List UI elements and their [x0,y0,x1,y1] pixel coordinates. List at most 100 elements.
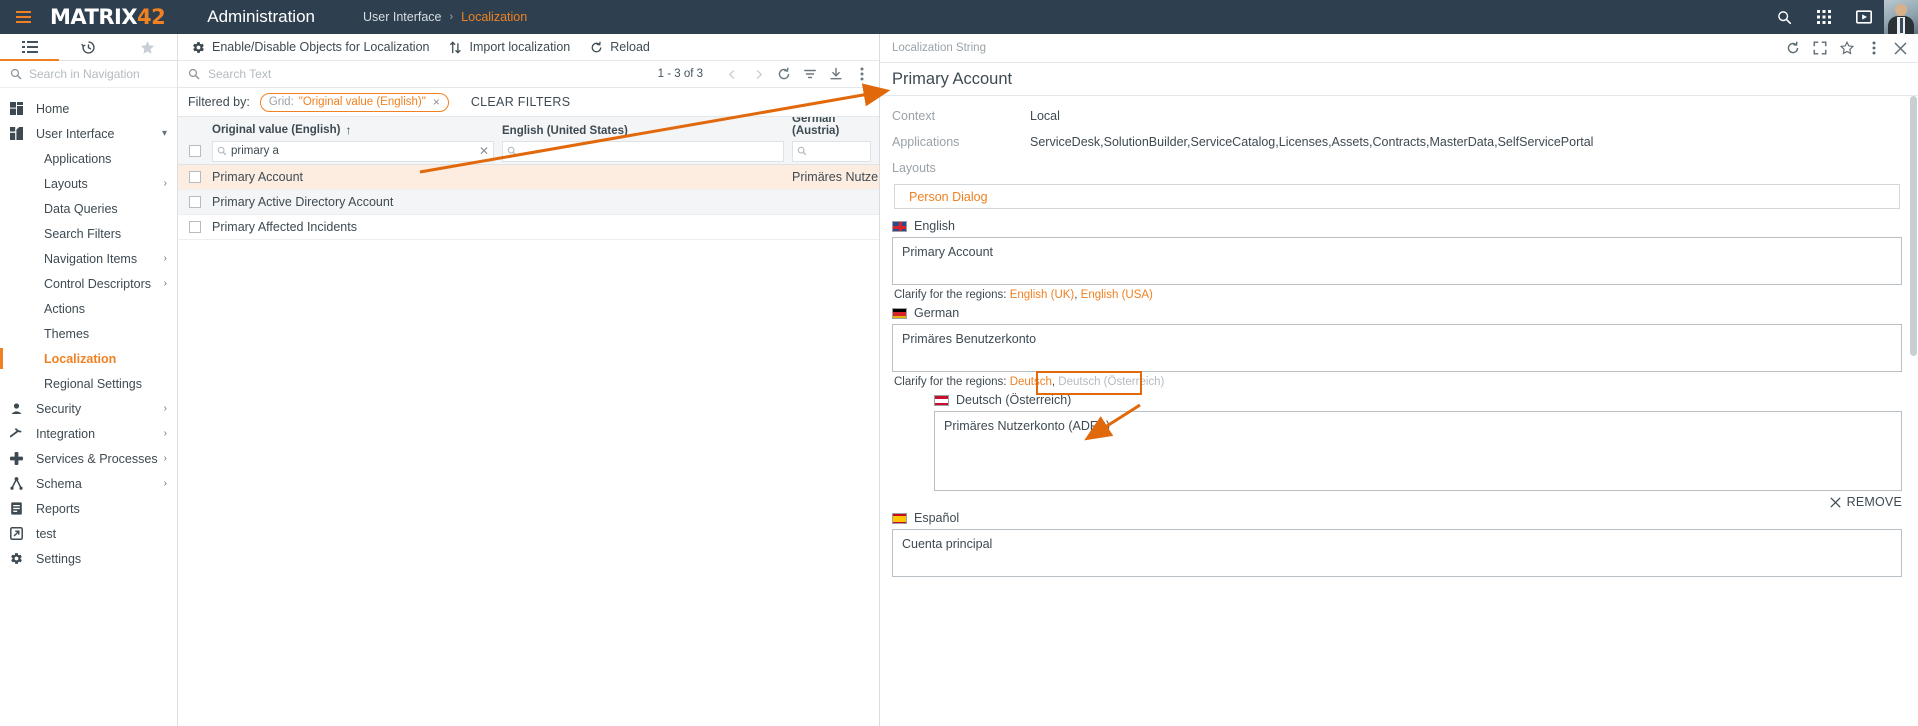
sidebar-item-localization[interactable]: Localization [0,346,177,371]
sidebar-item-user-interface[interactable]: User Interface ▾ [0,121,177,146]
layout-link-person-dialog[interactable]: Person Dialog [909,190,988,204]
chevron-right-icon[interactable]: › [164,453,167,464]
detail-header-actions [1779,34,1918,63]
select-all-checkbox[interactable] [189,145,201,157]
sidebar-item-search-filters[interactable]: Search Filters [0,221,177,246]
sidebar-item-layouts[interactable]: Layouts › [0,171,177,196]
column-filter-german-at[interactable] [792,140,871,162]
sidebar-item-applications[interactable]: Applications [0,146,177,171]
sidebar-item-integration[interactable]: Integration › [0,421,177,446]
sidebar-item-test[interactable]: test [0,521,177,546]
sidebar-search[interactable] [0,61,177,88]
detail-scrollbar[interactable] [1910,96,1917,356]
apps-grid-icon[interactable] [1804,0,1844,34]
row-checkbox[interactable] [189,196,201,208]
column-filter-input[interactable] [811,145,866,157]
sidebar-item-label: Applications [44,151,112,166]
presentation-icon[interactable] [1844,0,1884,34]
close-icon[interactable] [1887,34,1914,63]
sidebar-item-data-queries[interactable]: Data Queries [0,196,177,221]
record-count: 1 - 3 of 3 [657,68,703,80]
chevron-right-icon[interactable]: › [164,178,167,189]
clarify-link-deutsch[interactable]: Deutsch [1010,376,1052,388]
clear-filter-icon[interactable]: ✕ [479,144,489,158]
column-filter-original-value[interactable]: ✕ [212,140,494,162]
column-header-german-at[interactable]: German (Austria) [792,117,879,138]
matrix42-logo: MATRIX42 [50,5,166,29]
chevron-right-icon[interactable] [745,61,771,88]
sidebar-item-home[interactable]: Home [0,96,177,121]
column-header-english-us[interactable]: English (United States) [502,125,792,138]
sidebar-item-schema[interactable]: Schema › [0,471,177,496]
more-vertical-icon[interactable] [849,61,875,88]
filter-chip[interactable]: Grid: "Original value (English)" × [259,92,449,112]
sidebar-item-control-descriptors[interactable]: Control Descriptors › [0,271,177,296]
chevron-right-icon[interactable]: › [164,253,167,264]
chevron-down-icon[interactable]: ▾ [162,128,167,139]
more-vertical-icon[interactable] [1860,34,1887,63]
sidebar-item-services-processes[interactable]: Services & Processes › [0,446,177,471]
column-filter-input[interactable] [521,145,779,157]
chevron-right-icon[interactable]: › [164,403,167,414]
chevron-right-icon[interactable]: › [164,478,167,489]
refresh-icon[interactable] [1779,34,1806,63]
region-block-deutsch-osterreich: Deutsch (Österreich) REMOVE [934,393,1902,509]
user-avatar[interactable] [1884,0,1918,34]
sidebar-item-label: Settings [36,551,82,566]
sidebar-item-navigation-items[interactable]: Navigation Items › [0,246,177,271]
gear-icon [10,552,32,565]
translation-input-spanish[interactable] [892,529,1902,577]
sidebar-item-actions[interactable]: Actions [0,296,177,321]
field-layouts: Layouts [892,158,1902,182]
hamburger-menu-icon[interactable] [6,11,40,23]
sidebar-item-regional-settings[interactable]: Regional Settings [0,371,177,396]
search-icon[interactable] [1764,0,1804,34]
breadcrumb-parent[interactable]: User Interface [363,10,442,24]
clarify-link-deutsch-osterreich[interactable]: Deutsch (Österreich) [1058,376,1164,388]
download-icon[interactable] [823,61,849,88]
grid-search-input[interactable] [208,67,508,81]
history-tab[interactable] [59,34,118,60]
language-name: English [914,219,955,233]
column-filter-input[interactable] [231,145,479,157]
language-header-english: English [892,219,1902,233]
column-filter-english-us[interactable] [502,140,784,162]
star-icon[interactable] [1833,34,1860,63]
translation-input-english[interactable] [892,237,1902,285]
sidebar-item-settings[interactable]: Settings [0,546,177,571]
command-label: Reload [610,40,650,54]
translation-input-german[interactable] [892,324,1902,372]
detail-title: Primary Account [880,63,1918,96]
favorites-tab[interactable] [118,34,177,60]
clarify-link-english-uk[interactable]: English (UK) [1010,289,1075,301]
table-row[interactable]: Primary Affected Incidents [178,215,879,240]
expand-icon[interactable] [1806,34,1833,63]
layout-link-box: Person Dialog [894,184,1900,209]
remove-button[interactable]: REMOVE [1830,495,1902,509]
integration-arrow-icon [10,427,32,440]
sidebar-item-security[interactable]: Security › [0,396,177,421]
navigation-tab[interactable] [0,34,59,61]
translation-input-deutsch-osterreich[interactable] [934,411,1902,491]
clarify-link-english-usa[interactable]: English (USA) [1081,289,1153,301]
import-localization-button[interactable]: Import localization [443,34,584,61]
filter-chip-value: "Original value (English)" [298,96,426,108]
column-header-original-value[interactable]: Original value (English) ↑ [212,123,502,138]
filter-icon[interactable] [797,61,823,88]
chevron-left-icon[interactable] [719,61,745,88]
chevron-right-icon[interactable]: › [164,428,167,439]
breadcrumb-current[interactable]: Localization [461,10,527,24]
row-checkbox[interactable] [189,221,201,233]
enable-disable-objects-button[interactable]: Enable/Disable Objects for Localization [186,34,443,61]
refresh-icon[interactable] [771,61,797,88]
sidebar-item-themes[interactable]: Themes [0,321,177,346]
filter-chip-remove-icon[interactable]: × [433,95,440,109]
search-input[interactable] [29,67,159,81]
chevron-right-icon[interactable]: › [164,278,167,289]
clear-filters-button[interactable]: CLEAR FILTERS [471,95,571,109]
reload-button[interactable]: Reload [584,34,664,61]
table-row[interactable]: Primary Active Directory Account [178,190,879,215]
table-row[interactable]: Primary Account Primäres Nutzerk [178,165,879,190]
sidebar-item-reports[interactable]: Reports [0,496,177,521]
row-checkbox[interactable] [189,171,201,183]
